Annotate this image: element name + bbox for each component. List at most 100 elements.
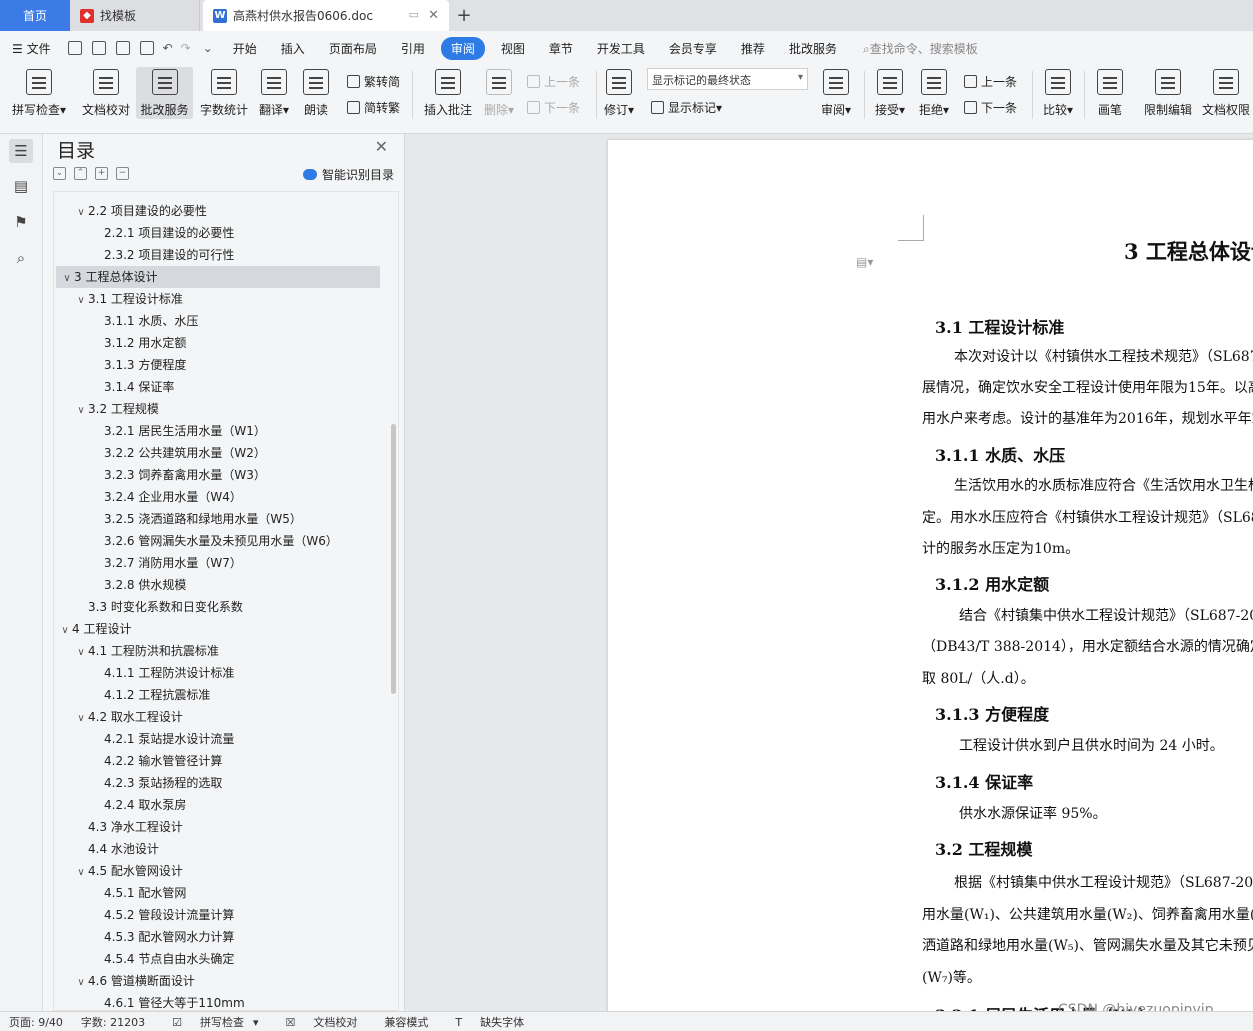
collapse-up-icon[interactable]: ⌃ — [74, 167, 87, 180]
review-pane-button[interactable]: 审阅▾ — [818, 67, 854, 118]
word-count-indicator[interactable]: 字数: 21203 — [81, 1014, 145, 1030]
chevron-down-icon[interactable]: ∨ — [74, 400, 88, 422]
next-comment-button[interactable]: 下一条 — [527, 99, 580, 116]
chevron-down-icon[interactable]: ∨ — [74, 290, 88, 312]
doc-proof-button[interactable]: 文档校对 — [78, 67, 134, 118]
toc-item[interactable]: ∨ 4.6 管道横断面设计 — [54, 970, 384, 992]
spell-check-status[interactable]: ☑ 拼写检查 ▾ — [163, 1014, 258, 1030]
toc-item[interactable]: 3.1.4 保证率 — [54, 376, 384, 398]
chapter-panel-icon[interactable]: ▤ — [9, 174, 33, 198]
toc-item[interactable]: 3.1.2 用水定额 — [54, 332, 384, 354]
toc-item[interactable]: 3.2.8 供水规模 — [54, 574, 384, 596]
chevron-down-icon[interactable]: ∨ — [60, 268, 74, 290]
command-search[interactable]: ⌕查找命令、搜索模板 — [863, 40, 978, 57]
toc-item[interactable]: 4.5.4 节点自由水头确定 — [54, 948, 384, 970]
close-icon[interactable]: ✕ — [428, 8, 439, 23]
chevron-down-icon[interactable]: ∨ — [74, 708, 88, 730]
menu-item-dev-tools[interactable]: 开发工具 — [585, 40, 657, 57]
toc-item[interactable]: 2.3.2 项目建设的可行性 — [54, 244, 384, 266]
tab-document[interactable]: W 高燕村供水报告0606.doc ▭ ✕ — [203, 0, 449, 31]
toc-item[interactable]: 4.1.2 工程抗震标准 — [54, 684, 384, 706]
toc-item[interactable]: 4.1.1 工程防洪设计标准 — [54, 662, 384, 684]
toc-item[interactable]: 4.2.2 输水管管径计算 — [54, 750, 384, 772]
bookmark-icon[interactable]: ⚑ — [9, 210, 33, 234]
revise-button[interactable]: 修订▾ — [602, 67, 636, 118]
toc-item[interactable]: 3.2.1 居民生活用水量（W1） — [54, 420, 384, 442]
tab-home[interactable]: 首页 — [0, 0, 70, 31]
read-aloud-button[interactable]: 朗读 — [298, 67, 334, 118]
pen-button[interactable]: 画笔 — [1094, 67, 1126, 118]
tab-template[interactable]: ◆ 找模板 — [70, 0, 200, 31]
toc-item[interactable]: 4.2.3 泵站扬程的选取 — [54, 772, 384, 794]
document-page[interactable]: ▤▾ 3 工程总体设计 3.1 工程设计标准 本次对设计以《村镇供水工程技术规范… — [608, 140, 1253, 1011]
spell-check-button[interactable]: 拼写检查▾ — [8, 67, 70, 118]
prev-comment-button[interactable]: 上一条 — [527, 73, 580, 90]
simp-to-trad-button[interactable]: 简转繁 — [347, 99, 400, 116]
toc-item[interactable]: ∨ 3.2 工程规模 — [54, 398, 384, 420]
chevron-down-icon[interactable]: ∨ — [74, 862, 88, 884]
toc-item[interactable]: 3.2.7 消防用水量（W7） — [54, 552, 384, 574]
menu-item-layout[interactable]: 页面布局 — [317, 40, 389, 57]
toc-item[interactable]: ∨ 4.5 配水管网设计 — [54, 860, 384, 882]
menu-item-chapter[interactable]: 章节 — [537, 40, 585, 57]
toc-item[interactable]: 4.6.1 管径大等于110mm — [54, 992, 384, 1010]
toc-item[interactable]: 3.3 时变化系数和日变化系数 — [54, 596, 384, 618]
reject-button[interactable]: 拒绝▾ — [916, 67, 952, 118]
toc-item[interactable]: ∨ 2.2 项目建设的必要性 — [54, 200, 384, 222]
doc-permission-button[interactable]: 文档权限 — [1200, 67, 1252, 118]
file-menu[interactable]: ☰ 文件 — [0, 40, 63, 57]
toc-scrollbar[interactable] — [391, 424, 396, 694]
chevron-down-icon[interactable]: ∨ — [74, 642, 88, 664]
quick-access-dropdown-icon[interactable]: ⌄ — [195, 41, 221, 55]
menu-item-insert[interactable]: 插入 — [269, 40, 317, 57]
toc-item[interactable]: 4.3 净水工程设计 — [54, 816, 384, 838]
toc-item[interactable]: 4.2.1 泵站提水设计流量 — [54, 728, 384, 750]
doc-proof-status[interactable]: ☒ 文档校对 — [277, 1014, 367, 1030]
show-markup-button[interactable]: 显示标记 ▾ — [651, 99, 722, 116]
toc-item[interactable]: 3.2.3 饲养畜禽用水量（W3） — [54, 464, 384, 486]
toc-item[interactable]: 4.2.4 取水泵房 — [54, 794, 384, 816]
markup-state-select[interactable]: 显示标记的最终状态 — [647, 68, 808, 90]
paragraph-options-icon[interactable]: ▤▾ — [856, 255, 873, 269]
print-icon[interactable] — [115, 41, 130, 55]
page-indicator[interactable]: 页面: 9/40 — [9, 1014, 63, 1030]
word-count-button[interactable]: 字数统计 — [196, 67, 252, 118]
toc-item[interactable]: ∨ 4 工程设计 — [54, 618, 384, 640]
toc-item[interactable]: 2.2.1 项目建设的必要性 — [54, 222, 384, 244]
toc-item[interactable]: 3.1.3 方便程度 — [54, 354, 384, 376]
chevron-down-icon[interactable]: ∨ — [74, 202, 88, 224]
monitor-icon[interactable]: ▭ — [409, 8, 419, 21]
next-change-button[interactable]: 下一条 — [964, 99, 1017, 116]
trad-to-simp-button[interactable]: 繁转简 — [347, 73, 400, 90]
toc-item[interactable]: ∨ 3.1 工程设计标准 — [54, 288, 384, 310]
toc-item[interactable]: 3.1.1 水质、水压 — [54, 310, 384, 332]
menu-item-review[interactable]: 审阅 — [440, 36, 485, 60]
missing-font-status[interactable]: T 缺失字体 — [446, 1014, 533, 1030]
menu-item-view[interactable]: 视图 — [489, 40, 537, 57]
accept-button[interactable]: 接受▾ — [872, 67, 908, 118]
menu-item-recommend[interactable]: 推荐 — [729, 40, 777, 57]
menu-item-member[interactable]: 会员专享 — [657, 40, 729, 57]
toc-item[interactable]: 4.5.3 配水管网水力计算 — [54, 926, 384, 948]
toc-panel-icon[interactable]: ☰ — [9, 139, 33, 163]
toc-item[interactable]: ∨ 4.1 工程防洪和抗震标准 — [54, 640, 384, 662]
save-icon[interactable] — [67, 41, 82, 55]
collapse-down-icon[interactable]: ⌄ — [53, 167, 66, 180]
restrict-edit-button[interactable]: 限制编辑 — [1140, 67, 1196, 118]
toc-item[interactable]: ∨ 3 工程总体设计 — [56, 266, 380, 288]
translate-button[interactable]: 翻译▾ — [256, 67, 292, 118]
toc-item[interactable]: 3.2.5 浇洒道路和绿地用水量（W5） — [54, 508, 384, 530]
compare-button[interactable]: 比较▾ — [1040, 67, 1076, 118]
add-tab-button[interactable]: + — [449, 0, 479, 31]
toc-item[interactable]: ∨ 4.2 取水工程设计 — [54, 706, 384, 728]
expand-plus-icon[interactable]: + — [95, 167, 108, 180]
toc-item[interactable]: 4.5.1 配水管网 — [54, 882, 384, 904]
toc-item[interactable]: 3.2.6 管网漏失水量及未预见用水量（W6） — [54, 530, 384, 552]
preview-icon[interactable] — [139, 41, 154, 55]
menu-item-reference[interactable]: 引用 — [389, 40, 437, 57]
chevron-down-icon[interactable]: ∨ — [58, 620, 72, 642]
menu-item-correct-service[interactable]: 批改服务 — [777, 40, 849, 57]
redo-icon[interactable]: ↷ — [177, 41, 195, 55]
correct-service-button[interactable]: 批改服务 — [136, 67, 193, 119]
chevron-down-icon[interactable]: ∨ — [74, 972, 88, 994]
